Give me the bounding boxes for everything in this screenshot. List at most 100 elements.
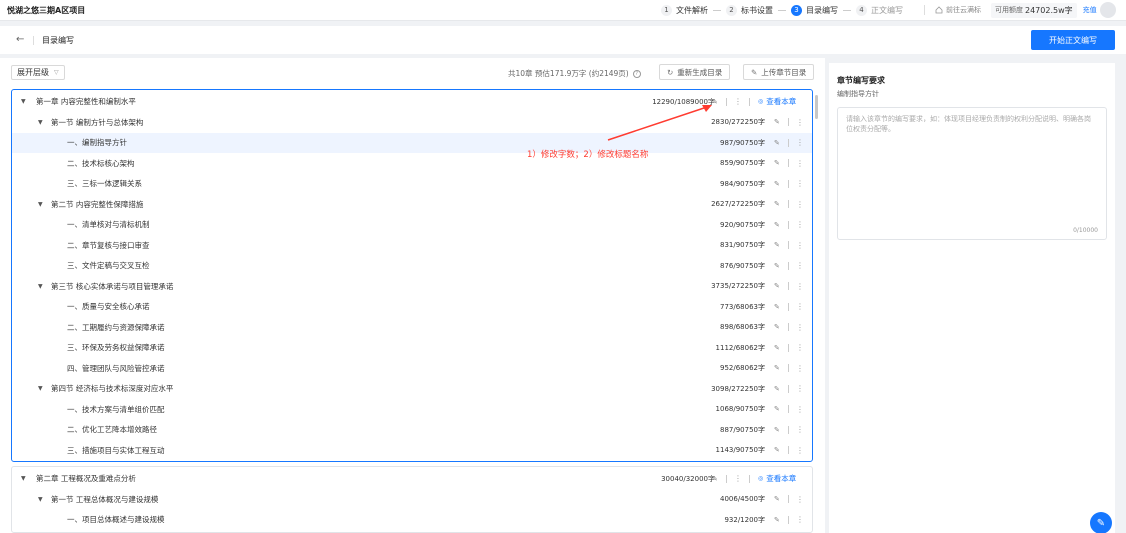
edit-icon[interactable]: ✎ <box>774 241 780 249</box>
start-body-writing-button[interactable]: 开始正文编写 <box>1031 30 1115 50</box>
word-count[interactable]: 831/90750字 <box>720 240 765 250</box>
more-vertical-icon[interactable]: ⋮ <box>796 302 804 311</box>
edit-icon[interactable]: ✎ <box>712 475 718 483</box>
edit-icon[interactable]: ✎ <box>774 344 780 352</box>
edit-icon[interactable]: ✎ <box>774 364 780 372</box>
subsection-row[interactable]: 三、文件定稿与交叉互检 876/90750字 ✎ ⋮ <box>12 256 812 276</box>
subsection-row[interactable]: 二、章节复核与接口审查 831/90750字 ✎ ⋮ <box>12 236 812 256</box>
help-icon[interactable]: ? <box>632 69 641 78</box>
more-vertical-icon[interactable]: ⋮ <box>796 220 804 229</box>
subsection-row[interactable]: 四、管理团队与风险管控承诺 952/68062字 ✎ ⋮ <box>12 359 812 379</box>
caret-down-icon[interactable]: ▼ <box>38 496 43 503</box>
regenerate-outline-button[interactable]: ↻ 重新生成目录 <box>659 64 731 80</box>
subsection-row[interactable]: 一、项目总体概述与建设规模 932/1200字 ✎ ⋮ <box>12 510 812 530</box>
word-count[interactable]: 920/90750字 <box>720 220 765 230</box>
word-count[interactable]: 987/90750字 <box>720 138 765 148</box>
edit-icon[interactable]: ✎ <box>774 282 780 290</box>
chapter-header-row[interactable]: ▼ 第二章 工程概况及重难点分析 30040/32000字 ✎ ⋮ ◎ 查看本章 <box>12 469 812 489</box>
edit-icon[interactable]: ✎ <box>774 200 780 208</box>
view-chapter-link[interactable]: ◎ 查看本章 <box>758 473 796 484</box>
word-count[interactable]: 4006/4500字 <box>720 494 765 504</box>
more-vertical-icon[interactable]: ⋮ <box>796 425 804 434</box>
more-vertical-icon[interactable]: ⋮ <box>796 241 804 250</box>
caret-down-icon[interactable]: ▼ <box>38 283 43 290</box>
more-vertical-icon[interactable]: ⋮ <box>796 384 804 393</box>
word-count[interactable]: 1112/68062字 <box>716 343 765 353</box>
word-count[interactable]: 3735/272250字 <box>711 281 765 291</box>
word-count[interactable]: 898/68063字 <box>720 322 765 332</box>
caret-down-icon[interactable]: ▼ <box>38 201 43 208</box>
word-count[interactable]: 859/90750字 <box>720 158 765 168</box>
section-row[interactable]: ▼ 第二节 内容完整性保障措施 2627/272250字 ✎ ⋮ <box>12 195 812 215</box>
word-count[interactable]: 984/90750字 <box>720 179 765 189</box>
word-count[interactable]: 3098/272250字 <box>711 384 765 394</box>
more-vertical-icon[interactable]: ⋮ <box>734 97 742 106</box>
step-body-writing[interactable]: 4 正文编写 <box>856 4 903 16</box>
edit-icon[interactable]: ✎ <box>774 159 780 167</box>
edit-icon[interactable]: ✎ <box>774 303 780 311</box>
subsection-row[interactable]: 三、环保及劳务权益保障承诺 1112/68062字 ✎ ⋮ <box>12 338 812 358</box>
edit-icon[interactable]: ✎ <box>774 221 780 229</box>
step-file-parse[interactable]: 1 文件解析 <box>661 4 708 16</box>
caret-down-icon[interactable]: ▼ <box>38 119 43 126</box>
more-vertical-icon[interactable]: ⋮ <box>796 179 804 188</box>
word-count[interactable]: 2627/272250字 <box>711 199 765 209</box>
word-count[interactable]: 1143/90750字 <box>716 445 765 455</box>
subsection-row[interactable]: 三、措施项目与实体工程互动 1143/90750字 ✎ ⋮ <box>12 441 812 461</box>
scrollbar[interactable] <box>815 95 818 119</box>
more-vertical-icon[interactable]: ⋮ <box>796 118 804 127</box>
more-vertical-icon[interactable]: ⋮ <box>796 364 804 373</box>
cloud-link[interactable]: 前往云满标 <box>935 5 981 15</box>
upload-outline-button[interactable]: ✎ 上传章节目录 <box>743 64 815 80</box>
edit-icon[interactable]: ✎ <box>774 385 780 393</box>
section-row[interactable]: ▼ 第三节 核心实体承诺与项目管理承诺 3735/272250字 ✎ ⋮ <box>12 277 812 297</box>
subsection-row[interactable]: 二、优化工艺降本增效路径 887/90750字 ✎ ⋮ <box>12 420 812 440</box>
word-count[interactable]: 773/68063字 <box>720 302 765 312</box>
subsection-row[interactable]: 一、质量与安全核心承诺 773/68063字 ✎ ⋮ <box>12 297 812 317</box>
more-vertical-icon[interactable]: ⋮ <box>796 138 804 147</box>
word-count[interactable]: 932/1200字 <box>724 515 765 525</box>
more-vertical-icon[interactable]: ⋮ <box>796 323 804 332</box>
requirements-input[interactable]: 请输入该章节的编写要求，如：体现项目经理负责制的权利分配说明、明确各岗位权责分配… <box>837 107 1107 240</box>
more-vertical-icon[interactable]: ⋮ <box>796 159 804 168</box>
more-vertical-icon[interactable]: ⋮ <box>796 282 804 291</box>
edit-icon[interactable]: ✎ <box>774 118 780 126</box>
edit-icon[interactable]: ✎ <box>774 516 780 524</box>
edit-icon[interactable]: ✎ <box>774 323 780 331</box>
section-row[interactable]: ▼ 第四节 经济标与技术标深度对应水平 3098/272250字 ✎ ⋮ <box>12 379 812 399</box>
more-vertical-icon[interactable]: ⋮ <box>796 515 804 524</box>
word-count[interactable]: 1068/90750字 <box>716 404 765 414</box>
edit-icon[interactable]: ✎ <box>774 262 780 270</box>
caret-down-icon[interactable]: ▼ <box>38 385 43 392</box>
more-vertical-icon[interactable]: ⋮ <box>796 495 804 504</box>
word-count[interactable]: 30040/32000字 <box>661 474 715 484</box>
word-count[interactable]: 876/90750字 <box>720 261 765 271</box>
edit-icon[interactable]: ✎ <box>774 495 780 503</box>
more-vertical-icon[interactable]: ⋮ <box>796 200 804 209</box>
step-bid-settings[interactable]: 2 标书设置 <box>726 4 773 16</box>
caret-down-icon[interactable]: ▼ <box>21 475 26 482</box>
arrow-left-icon[interactable]: ← <box>16 34 24 45</box>
step-outline-writing[interactable]: 3 目录编写 <box>791 4 838 16</box>
edit-icon[interactable]: ✎ <box>774 426 780 434</box>
word-count[interactable]: 952/68062字 <box>720 363 765 373</box>
subsection-row[interactable]: 二、工期履约与资源保障承诺 898/68063字 ✎ ⋮ <box>12 318 812 338</box>
more-vertical-icon[interactable]: ⋮ <box>796 261 804 270</box>
subsection-row[interactable]: 一、技术方案与清单组价匹配 1068/90750字 ✎ ⋮ <box>12 400 812 420</box>
more-vertical-icon[interactable]: ⋮ <box>796 405 804 414</box>
view-chapter-link[interactable]: ◎ 查看本章 <box>758 96 796 107</box>
caret-down-icon[interactable]: ▼ <box>21 98 26 105</box>
more-vertical-icon[interactable]: ⋮ <box>796 446 804 455</box>
subsection-row[interactable]: 二、技术标核心架构 859/90750字 ✎ ⋮ <box>12 154 812 174</box>
more-vertical-icon[interactable]: ⋮ <box>734 474 742 483</box>
word-count[interactable]: 887/90750字 <box>720 425 765 435</box>
edit-icon[interactable]: ✎ <box>774 139 780 147</box>
ai-assistant-icon[interactable]: ✎ <box>1090 512 1112 533</box>
edit-icon[interactable]: ✎ <box>774 446 780 454</box>
more-vertical-icon[interactable]: ⋮ <box>796 343 804 352</box>
subsection-row[interactable]: 一、清单核对与清标机制 920/90750字 ✎ ⋮ <box>12 215 812 235</box>
avatar[interactable] <box>1100 2 1116 18</box>
section-row[interactable]: ▼ 第一节 工程总体概况与建设规模 4006/4500字 ✎ ⋮ <box>12 490 812 510</box>
edit-icon[interactable]: ✎ <box>774 180 780 188</box>
subsection-row[interactable]: 三、三标一体逻辑关系 984/90750字 ✎ ⋮ <box>12 174 812 194</box>
